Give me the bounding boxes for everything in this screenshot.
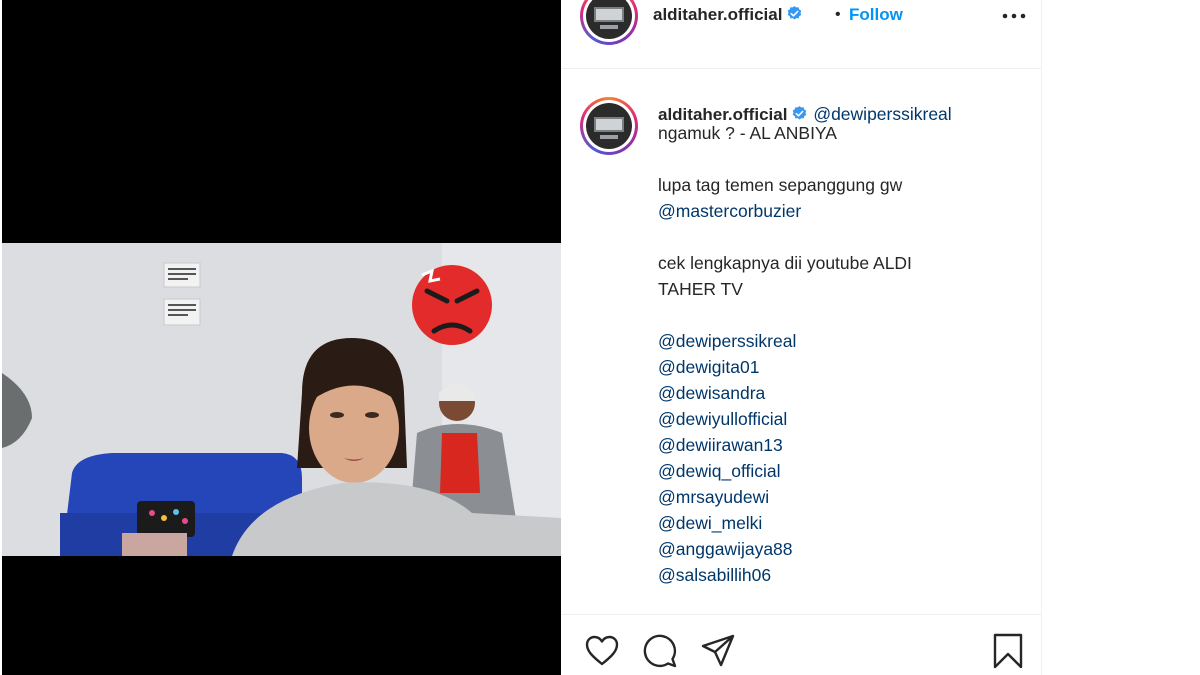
author-name-row: alditaher.official (653, 5, 803, 25)
comment-icon[interactable] (642, 633, 678, 669)
caption-mention-link[interactable]: @dewiirawan13 (658, 432, 1028, 458)
verified-badge-icon (788, 6, 802, 20)
caption-text: ngamuk ? - AL ANBIYA lupa tag temen sepa… (658, 120, 1028, 588)
paper-plane-icon[interactable] (700, 633, 736, 669)
caption-mention-link[interactable]: @dewiyullofficial (658, 406, 1028, 432)
caption-mention-link[interactable]: @anggawijaya88 (658, 536, 1028, 562)
caption-mention-link[interactable]: @dewigita01 (658, 354, 1028, 380)
caption-line: TAHER TV (658, 279, 743, 299)
post-video-frame[interactable] (2, 243, 561, 556)
caption-line: cek lengkapnya dii youtube ALDI (658, 253, 912, 273)
caption-mention-link[interactable]: @mastercorbuzier (658, 198, 1028, 224)
bookmark-icon[interactable] (990, 633, 1026, 669)
caption-mention-link[interactable]: @salsabillih06 (658, 562, 1028, 588)
caption-line: ngamuk ? - AL ANBIYA (658, 123, 837, 143)
heart-icon[interactable] (584, 633, 620, 669)
caption-mention-link[interactable]: @dewiq_official (658, 458, 1028, 484)
author-avatar[interactable] (580, 0, 638, 45)
author-username-link[interactable]: alditaher.official (653, 5, 782, 24)
post-header: alditaher.official • Follow (562, 0, 1042, 69)
caption-line: lupa tag temen sepanggung gw (658, 175, 903, 195)
video-still-image (2, 243, 561, 556)
caption-mention-link[interactable]: @dewiperssikreal (658, 328, 1028, 354)
post-media-viewer[interactable] (2, 0, 561, 675)
separator-dot: • (835, 6, 841, 23)
post-caption-area: alditaher.official @dewiperssikreal ngam… (562, 70, 1042, 614)
angry-face-emoji (412, 265, 492, 345)
more-options-icon[interactable] (1000, 2, 1028, 30)
caption-author-avatar[interactable] (580, 97, 638, 155)
caption-mention-link[interactable]: @dewisandra (658, 380, 1028, 406)
post-action-bar (562, 614, 1042, 675)
post-details-panel: alditaher.official • Follow alditaher.of… (562, 0, 1042, 675)
caption-mention-link[interactable]: @dewi_melki (658, 510, 1028, 536)
caption-mention-link[interactable]: @mrsayudewi (658, 484, 1028, 510)
follow-button[interactable]: Follow (849, 5, 903, 25)
